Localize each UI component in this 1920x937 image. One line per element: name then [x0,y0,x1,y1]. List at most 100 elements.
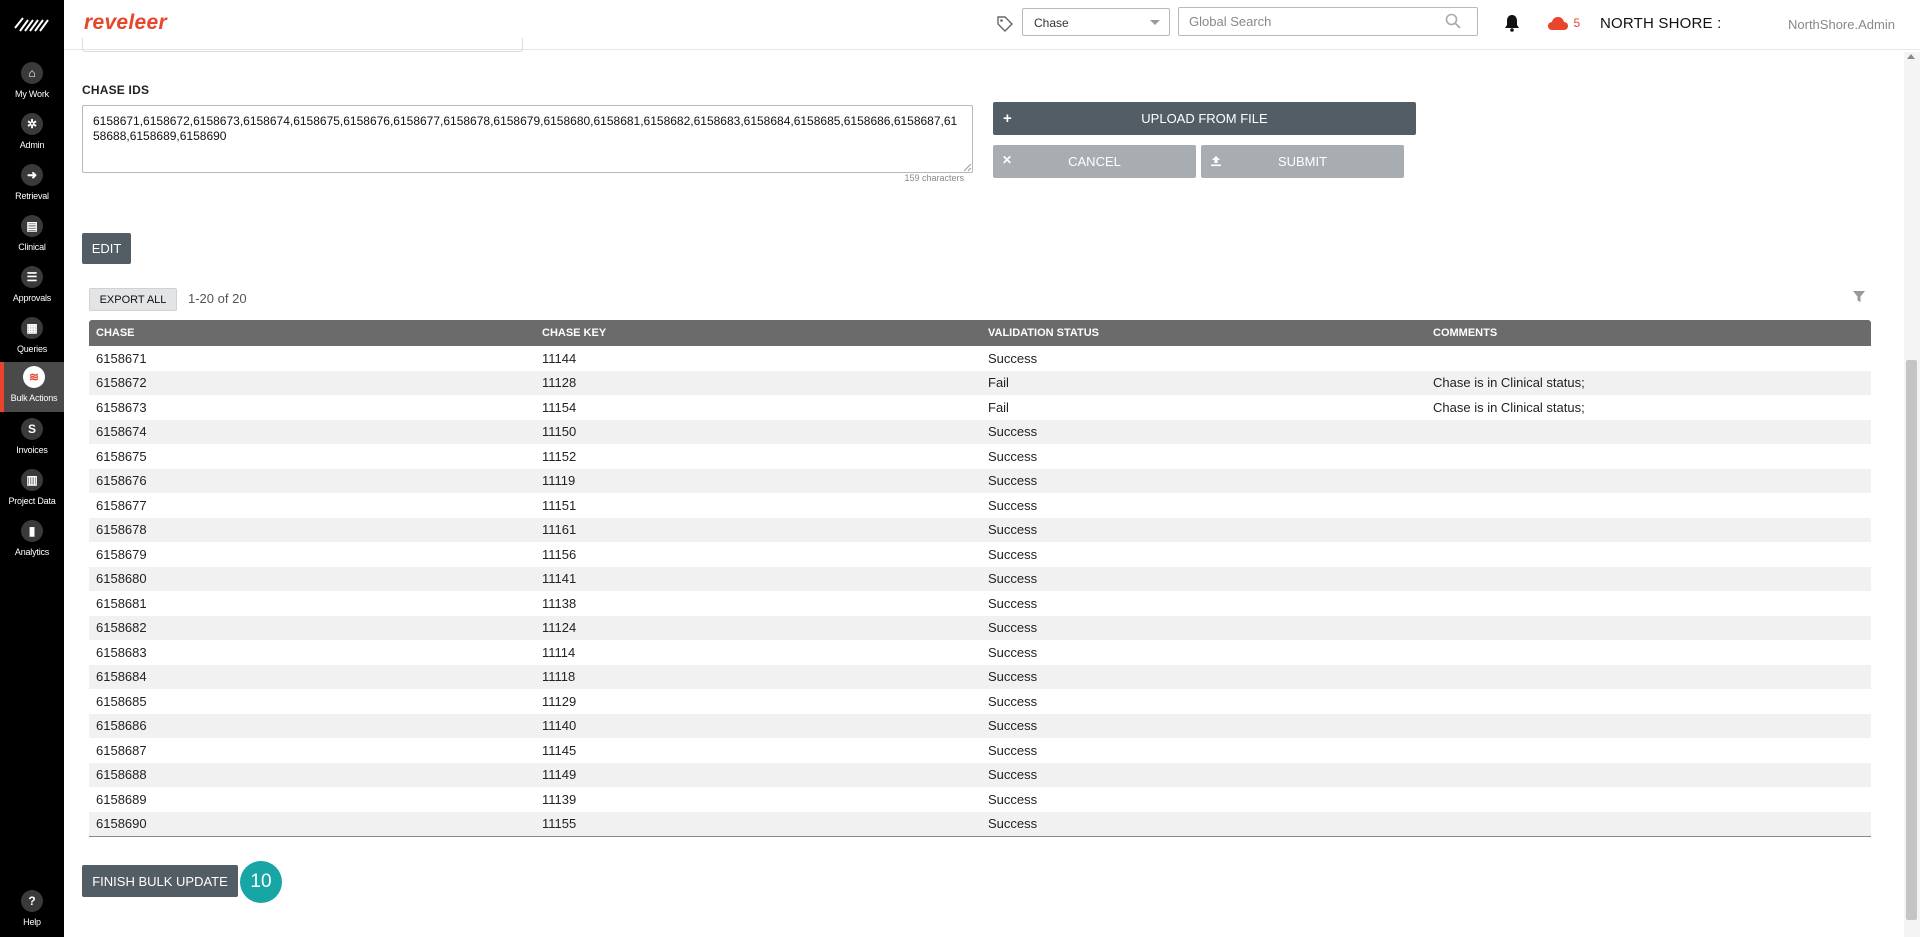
cell-chase-key: 11150 [542,424,577,440]
column-header-chase-key[interactable]: CHASE KEY [535,327,981,339]
filter-icon[interactable] [1852,290,1866,304]
nav-item-invoices[interactable]: S Invoices [0,414,64,464]
nav-item-my-work[interactable]: ⌂ My Work [0,58,64,108]
cancel-button[interactable]: ✕ CANCEL [993,145,1196,178]
cell-chase-key: 11152 [542,448,577,464]
export-all-button[interactable]: EXPORT ALL [89,288,177,311]
upload-from-file-button[interactable]: + UPLOAD FROM FILE [993,102,1416,135]
nav-label: Analytics [14,547,50,557]
user-name[interactable]: NorthShore.Admin [1788,17,1895,32]
table-body: 6158671 11144 Success 6158672 11128 Fail Chase… [89,346,1871,836]
scrolled-input-field[interactable] [82,38,523,52]
nav-item-project-data[interactable]: ▥ Project Data [0,465,64,515]
nav-item-approvals[interactable]: ☰ Approvals [0,262,64,312]
column-header-chase[interactable]: CHASE [89,327,535,339]
search-icon[interactable] [1445,13,1461,29]
chase-ids-textarea[interactable] [82,105,973,173]
table-row[interactable]: 6158685 11129 Success [89,689,1871,714]
table-row[interactable]: 6158675 11152 Success [89,444,1871,469]
table-row[interactable]: 6158689 11139 Success [89,787,1871,812]
cell-chase-key: 11141 [542,571,577,587]
cloud-notifications[interactable]: 5 [1547,14,1580,32]
brand-logo[interactable]: reveleer [84,11,167,35]
cancel-label: CANCEL [1068,154,1121,169]
cell-chase: 6158679 [96,546,147,562]
cell-validation-status: Success [988,595,1038,611]
cell-chase-key: 11155 [542,816,577,832]
nav-label: My Work [15,89,49,99]
list-icon: ☰ [21,266,43,288]
cell-comments: Chase is in Clinical status; [1433,399,1585,415]
nav-item-queries[interactable]: ▦ Queries [0,313,64,363]
table-row[interactable]: 6158677 11151 Success [89,493,1871,518]
table-row[interactable]: 6158686 11140 Success [89,713,1871,738]
clipboard-icon: ▤ [21,215,43,237]
cell-chase-key: 11119 [542,473,576,489]
cell-chase: 6158681 [96,595,147,611]
cell-chase: 6158686 [96,718,147,734]
cell-validation-status: Success [988,571,1038,587]
cell-validation-status: Success [988,424,1038,440]
nav-label: Clinical [18,242,46,252]
layers-icon: ≋ [23,366,45,388]
nav-item-analytics[interactable]: ▮ Analytics [0,516,64,566]
search-type-select[interactable]: Chase [1022,8,1170,36]
table-row[interactable]: 6158678 11161 Success [89,517,1871,542]
resize-handle-icon[interactable] [963,163,972,172]
nav-item-admin[interactable]: ✲ Admin [0,109,64,159]
cell-chase: 6158687 [96,742,147,758]
document-icon: ▦ [21,317,43,339]
scroll-up-arrow-icon[interactable] [1907,54,1915,59]
table-row[interactable]: 6158687 11145 Success [89,738,1871,763]
table-row[interactable]: 6158682 11124 Success [89,615,1871,640]
nav-item-help[interactable]: ? Help [0,886,64,936]
table-row[interactable]: 6158671 11144 Success [89,346,1871,371]
cell-validation-status: Success [988,791,1038,807]
column-header-validation-status[interactable]: VALIDATION STATUS [981,327,1426,339]
home-icon: ⌂ [21,62,43,84]
cell-chase-key: 11149 [542,767,577,783]
cell-chase: 6158678 [96,522,147,538]
nav-label: Admin [19,140,45,150]
table-row[interactable]: 6158676 11119 Success [89,468,1871,493]
chevron-down-icon [1150,20,1160,25]
table-row[interactable]: 6158683 11114 Success [89,640,1871,665]
cell-chase: 6158685 [96,693,147,709]
table-row[interactable]: 6158680 11141 Success [89,566,1871,591]
cell-chase-key: 11140 [542,718,577,734]
bar-chart-icon: ▮ [21,520,43,542]
cell-chase: 6158682 [96,620,147,636]
table-row[interactable]: 6158684 11118 Success [89,664,1871,689]
column-header-comments[interactable]: COMMENTS [1426,327,1871,339]
reveleer-logo-icon[interactable] [14,14,50,34]
cell-chase-key: 11114 [542,644,576,660]
cloud-count: 5 [1573,15,1581,30]
cell-chase: 6158684 [96,669,147,685]
nav-item-retrieval[interactable]: ➜ Retrieval [0,160,64,210]
close-icon: ✕ [1002,153,1013,167]
table-row[interactable]: 6158688 11149 Success [89,762,1871,787]
table-row[interactable]: 6158673 11154 Fail Chase is in Clinical sta… [89,395,1871,420]
table-row[interactable]: 6158681 11138 Success [89,591,1871,616]
cell-validation-status: Fail [988,399,1009,415]
table-row[interactable]: 6158672 11128 Fail Chase is in Clinical sta… [89,370,1871,395]
validation-results-table: CHASE CHASE KEY VALIDATION STATUS COMMEN… [89,320,1871,837]
edit-button[interactable]: EDIT [82,233,131,264]
finish-bulk-update-button[interactable]: FINISH BULK UPDATE [82,865,238,897]
character-count: 159 characters [904,173,964,183]
cell-chase: 6158671 [96,350,147,366]
submit-button[interactable]: SUBMIT [1201,145,1404,178]
global-search-input[interactable] [1178,7,1478,36]
grid-icon: ▥ [21,469,43,491]
table-row[interactable]: 6158674 11150 Success [89,419,1871,444]
bell-icon[interactable] [1504,14,1520,32]
nav-item-bulk-actions[interactable]: ≋ Bulk Actions [0,362,64,412]
nav-item-clinical[interactable]: ▤ Clinical [0,211,64,261]
pagination-summary: 1-20 of 20 [188,291,247,306]
chase-ids-label: CHASE IDS [82,83,150,97]
cell-chase: 6158675 [96,448,147,464]
table-row[interactable]: 6158679 11156 Success [89,542,1871,567]
scrollbar-thumb[interactable] [1906,360,1917,920]
table-row[interactable]: 6158690 11155 Success [89,811,1871,836]
plus-icon: + [1003,110,1012,127]
